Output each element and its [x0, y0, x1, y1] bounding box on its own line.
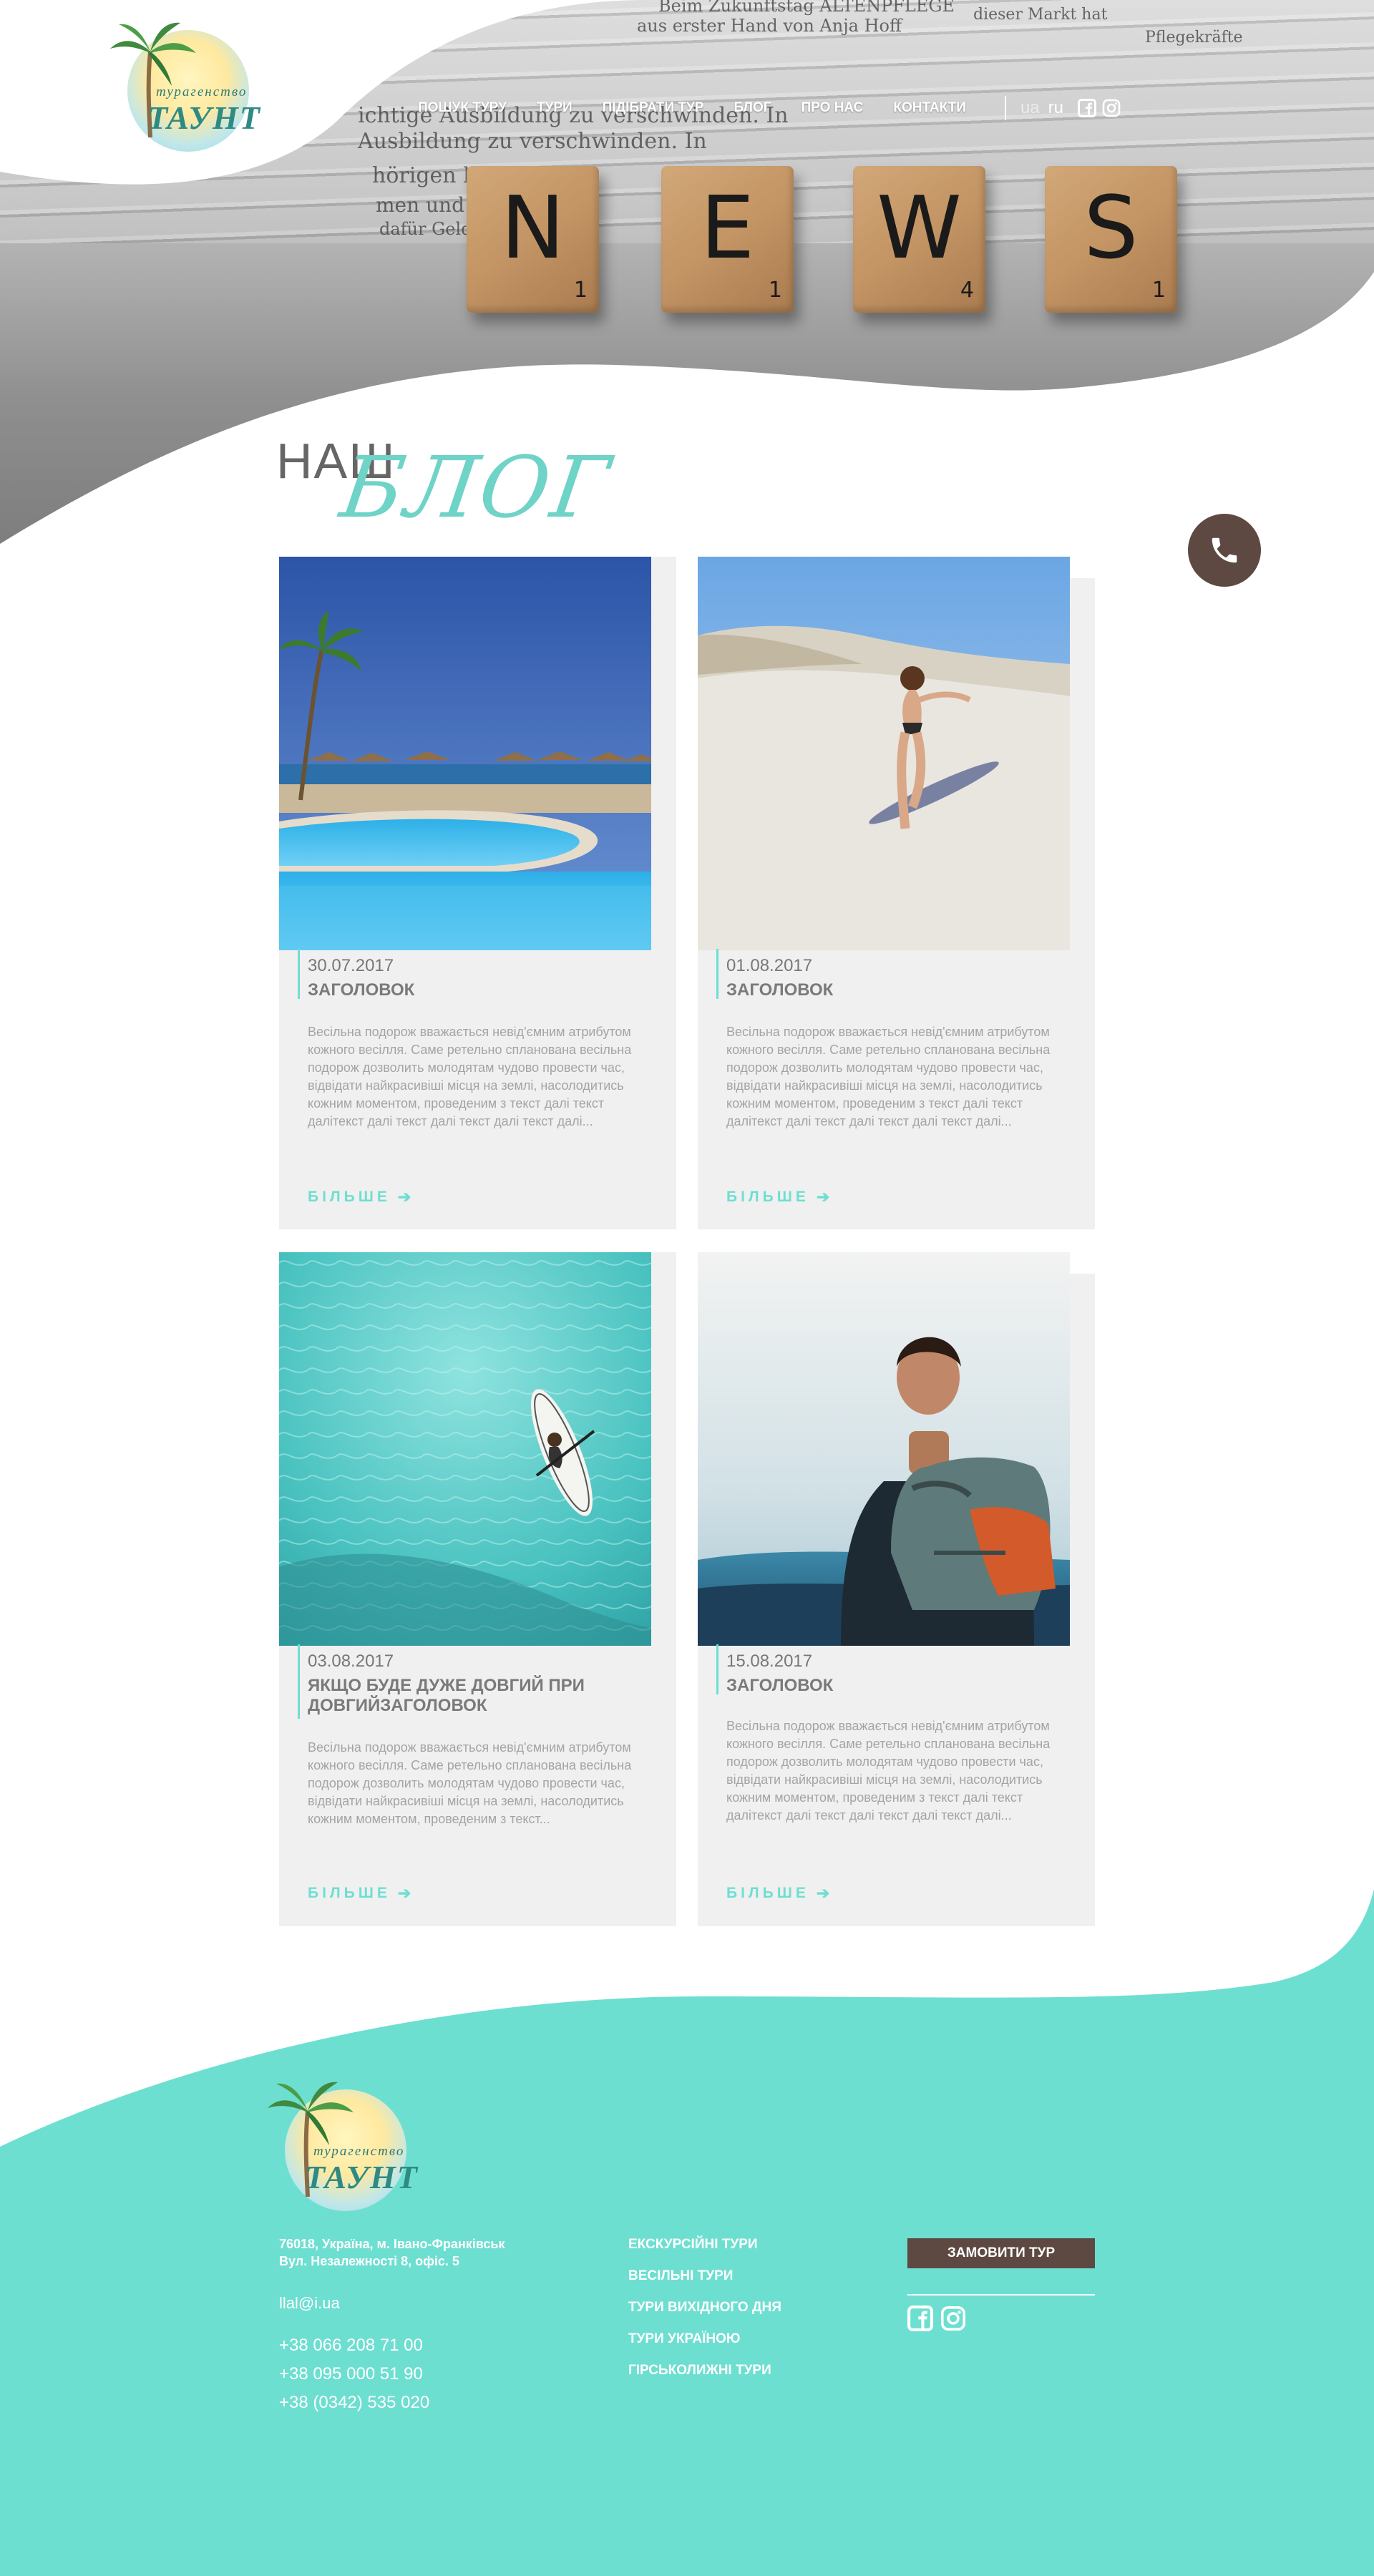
card-date: 30.07.2017 — [308, 956, 394, 975]
nav-divider — [1004, 96, 1006, 120]
nav-item-tour-search[interactable]: ПОШУК ТУРУ — [418, 100, 507, 116]
footer-link-wedding-tours[interactable]: ВЕСІЛЬНІ ТУРИ — [628, 2268, 733, 2284]
card-image-beach-walk[interactable] — [698, 557, 1070, 950]
logo-name: ТАУНТ — [305, 2159, 419, 2195]
instagram-icon[interactable] — [940, 2306, 966, 2331]
page-title-part2: БЛОГ — [335, 438, 618, 537]
card-excerpt: Весільна подорож вважається невід'ємним … — [726, 1719, 1051, 1823]
more-link[interactable]: БІЛЬШЕ ➔ — [726, 1188, 829, 1206]
address-line-1: 76018, Україна, м. Івано-Франківськ — [279, 2237, 505, 2251]
email-link[interactable]: llal@i.ua — [279, 2294, 340, 2313]
phone-link[interactable]: +38 (0342) 535 020 — [279, 2393, 429, 2413]
card-accent-line — [298, 1644, 300, 1719]
more-link[interactable]: БІЛЬШЕ ➔ — [308, 1884, 411, 1903]
address-line-2: Вул. Незалежності 8, офіс. 5 — [279, 2254, 459, 2268]
more-label: БІЛЬШЕ — [308, 1885, 391, 1901]
arrow-right-icon: ➔ — [816, 1188, 830, 1206]
order-tour-button[interactable]: ЗАМОВИТИ ТУР — [907, 2238, 1095, 2268]
card-date: 03.08.2017 — [308, 1652, 394, 1671]
decorative-waves — [0, 0, 1374, 2576]
more-label: БІЛЬШЕ — [308, 1189, 391, 1205]
card-accent-line — [298, 949, 300, 999]
call-button[interactable] — [1188, 514, 1261, 587]
footer-link-ski-tours[interactable]: ГІРСЬКОЛИЖНІ ТУРИ — [628, 2363, 771, 2379]
lang-ua[interactable]: ua — [1020, 98, 1040, 118]
lang-ru[interactable]: ru — [1048, 98, 1063, 118]
nav-item-blog[interactable]: БЛОГ — [734, 100, 771, 116]
logo[interactable]: турагенство ТАУНТ — [106, 16, 285, 159]
instagram-icon[interactable] — [1102, 99, 1121, 117]
footer-link-weekend-tours[interactable]: ТУРИ ВИХІДНОГО ДНЯ — [628, 2300, 781, 2316]
phone-icon — [1212, 537, 1237, 563]
card-title[interactable]: ЗАГОЛОВОК — [726, 980, 1048, 1000]
nav-item-about[interactable]: ПРО НАС — [802, 100, 864, 116]
arrow-right-icon: ➔ — [816, 1884, 830, 1902]
card-excerpt: Весільна подорож вважається невід'ємним … — [726, 1025, 1051, 1128]
more-label: БІЛЬШЕ — [726, 1885, 809, 1901]
card-date: 01.08.2017 — [726, 956, 813, 975]
more-label: БІЛЬШЕ — [726, 1189, 809, 1205]
card-title[interactable]: ЗАГОЛОВОК — [308, 980, 630, 1000]
facebook-icon[interactable] — [1078, 99, 1096, 117]
phone-link[interactable]: +38 095 000 51 90 — [279, 2364, 423, 2384]
card-excerpt: Весільна подорож вважається невід'ємним … — [308, 1025, 632, 1128]
arrow-right-icon: ➔ — [397, 1188, 411, 1206]
facebook-icon[interactable] — [907, 2306, 933, 2331]
more-link[interactable]: БІЛЬШЕ ➔ — [726, 1884, 829, 1903]
footer-divider — [907, 2294, 1095, 2296]
card-title[interactable]: ЯКЩО БУДЕ ДУЖЕ ДОВГИЙ ПРИ ДОВГИЙЗАГОЛОВО… — [308, 1676, 630, 1716]
main-nav: ПОШУК ТУРУ ТУРИ ПІДІБРАТИ ТУР БЛОГ ПРО Н… — [418, 96, 1121, 120]
logo-tagline: турагенство — [156, 84, 248, 99]
card-excerpt: Весільна подорож вважається невід'ємним … — [308, 1740, 632, 1826]
card-image-hiker[interactable] — [698, 1252, 1070, 1646]
nav-item-tours[interactable]: ТУРИ — [537, 100, 572, 116]
logo-tagline: турагенство — [313, 2144, 405, 2159]
footer-link-ukraine-tours[interactable]: ТУРИ УКРАЇНОЮ — [628, 2331, 741, 2347]
card-date: 15.08.2017 — [726, 1652, 813, 1671]
more-link[interactable]: БІЛЬШЕ ➔ — [308, 1188, 411, 1206]
footer-logo[interactable]: турагенство ТАУНТ — [263, 2075, 442, 2218]
card-image-paddle-board[interactable] — [279, 1252, 651, 1646]
phone-link[interactable]: +38 066 208 71 00 — [279, 2336, 423, 2356]
card-accent-line — [716, 1644, 718, 1694]
footer-link-excursion-tours[interactable]: ЕКСКУРСІЙНІ ТУРИ — [628, 2237, 758, 2253]
card-image-pool-resort[interactable] — [279, 557, 651, 950]
card-accent-line — [716, 949, 718, 999]
card-title[interactable]: ЗАГОЛОВОК — [726, 1676, 1048, 1696]
nav-item-pick-tour[interactable]: ПІДІБРАТИ ТУР — [603, 100, 704, 116]
logo-name: ТАУНТ — [147, 99, 261, 136]
nav-item-contacts[interactable]: КОНТАКТИ — [893, 100, 966, 116]
arrow-right-icon: ➔ — [397, 1884, 411, 1902]
